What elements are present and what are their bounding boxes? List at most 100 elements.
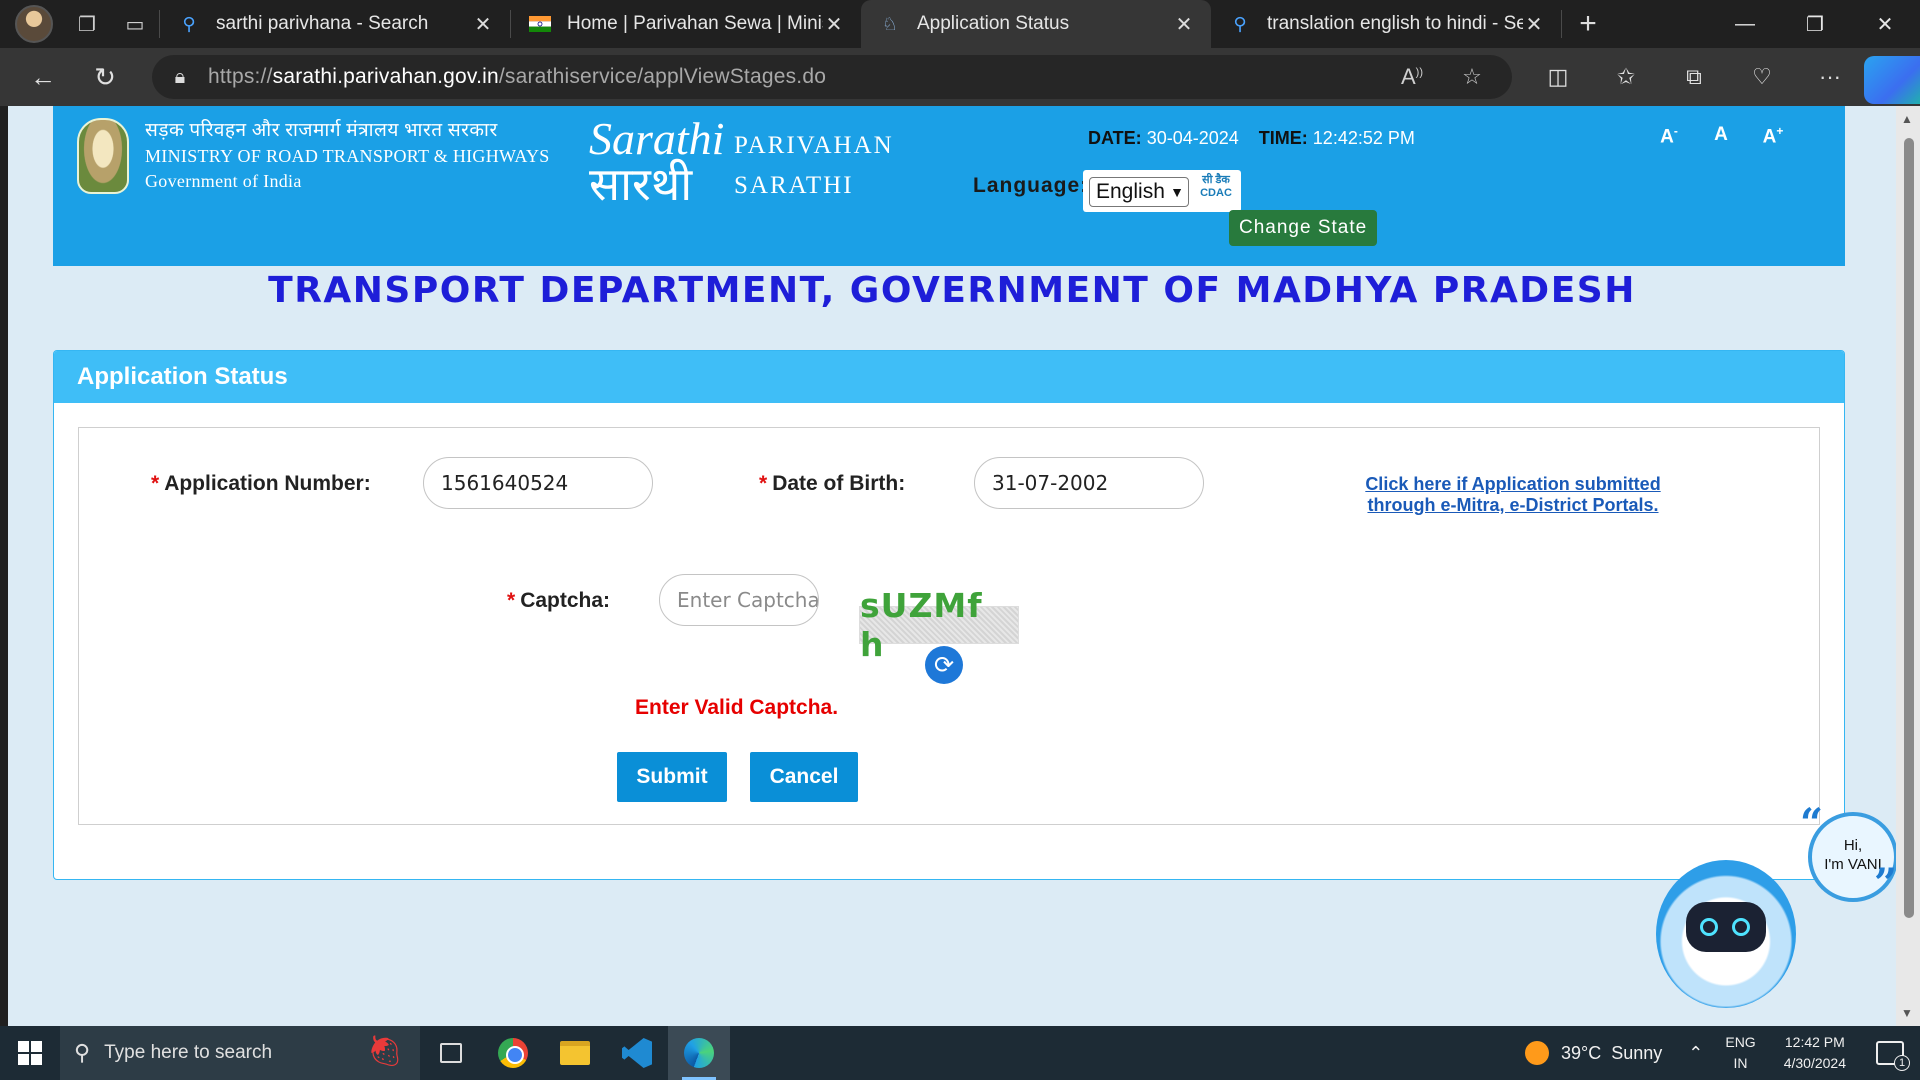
search-icon: ⚲ [74, 1040, 91, 1065]
sarathi-favicon-icon: ♘ [881, 13, 899, 34]
input-language-indicator[interactable]: ENG IN [1725, 1032, 1755, 1074]
language-label: Language: [973, 174, 1089, 197]
close-icon[interactable]: ✕ [823, 12, 845, 37]
robot-eye [1732, 918, 1750, 936]
date-value: 30-04-2024 [1146, 128, 1239, 148]
india-flag-icon [529, 13, 551, 35]
minimize-button[interactable]: — [1710, 0, 1780, 48]
robot-face [1686, 902, 1766, 952]
vscode-icon [622, 1038, 652, 1068]
close-icon[interactable]: ✕ [1173, 12, 1195, 37]
page-scrollbar[interactable]: ▲ ▼ [1896, 106, 1920, 1026]
folder-icon [560, 1041, 590, 1065]
application-number-input[interactable]: 1561640524 [423, 457, 653, 509]
windows-taskbar: ⚲ Type here to search 🍓︎ 39°C Sunny ⌃ EN… [0, 1026, 1920, 1080]
brand-name: PARIVAHAN SARATHI [734, 132, 894, 199]
vscode-taskbar-app[interactable] [606, 1026, 668, 1080]
captcha-input[interactable]: Enter Captcha [659, 574, 819, 626]
language-select[interactable]: English ▼ [1089, 177, 1189, 207]
font-size-controls: A- A A+ [1643, 124, 1799, 148]
dob-label: * Date of Birth: [759, 472, 906, 495]
taskbar-search[interactable]: ⚲ Type here to search 🍓︎ [60, 1026, 420, 1080]
address-bar[interactable]: 🔒︎ https://sarathi.parivahan.gov.in/sara… [152, 55, 1512, 99]
profile-avatar[interactable] [15, 5, 53, 43]
scrollbar-thumb[interactable] [1904, 138, 1914, 918]
application-status-panel: Application Status * Application Number: … [53, 350, 1845, 880]
edge-icon [684, 1038, 714, 1068]
refresh-button[interactable]: ↻ [74, 53, 136, 101]
new-tab-button[interactable]: + [1562, 0, 1614, 48]
refresh-captcha-icon[interactable]: ⟳ [925, 646, 963, 684]
tab-title: Application Status [917, 13, 1070, 34]
notification-center-icon[interactable]: 1 [1876, 1041, 1910, 1071]
ministry-hindi: सड़क परिवहन और राजमार्ग मंत्रालय भारत सर… [145, 120, 498, 141]
file-explorer-taskbar-app[interactable] [544, 1026, 606, 1080]
browser-nav-bar: ← ↻ 🔒︎ https://sarathi.parivahan.gov.in/… [0, 48, 1920, 106]
search-icon: ⚲ [182, 13, 196, 34]
start-button[interactable] [0, 1026, 60, 1080]
tab-title: Home | Parivahan Sewa | Minist [567, 13, 823, 34]
weather-widget[interactable]: 39°C Sunny [1524, 1041, 1662, 1065]
captcha-label: * Captcha: [507, 589, 611, 612]
vani-chatbot[interactable]: Hi, I'm VANI “ ” [1638, 800, 1896, 1022]
close-icon[interactable]: ✕ [472, 12, 494, 37]
captcha-error-message: Enter Valid Captcha. [635, 696, 839, 719]
tab-actions-icon[interactable]: ▭ [111, 0, 159, 48]
browser-tab-bar: ❐ ▭ ⚲ sarthi parivhana - Search ✕ Home |… [0, 0, 1920, 48]
tab-title: translation english to hindi - Se [1267, 13, 1523, 34]
more-menu-icon[interactable]: ··· [1796, 53, 1864, 101]
favorites-icon[interactable]: ✩ [1592, 53, 1660, 101]
captcha-image: sUZMf h [859, 586, 1019, 664]
time-value: 12:42:52 PM [1312, 128, 1415, 148]
collections-icon[interactable]: ⧉ [1660, 53, 1728, 101]
font-normal-button[interactable]: A [1695, 124, 1747, 148]
workspaces-icon[interactable]: ❐ [63, 0, 111, 48]
favorite-star-icon[interactable]: ☆ [1442, 64, 1502, 90]
taskbar-clock[interactable]: 12:42 PM 4/30/2024 [1784, 1032, 1846, 1074]
copilot-icon [1864, 56, 1920, 104]
task-view-icon [440, 1043, 462, 1063]
robot-eye [1700, 918, 1718, 936]
sarathi-logo[interactable]: Sarathi सारथी [589, 116, 724, 208]
windows-logo-icon [18, 1041, 42, 1065]
ministry-english: MINISTRY OF ROAD TRANSPORT & HIGHWAYS [145, 146, 550, 166]
back-button[interactable]: ← [12, 53, 74, 101]
scroll-up-arrow-icon[interactable]: ▲ [1901, 112, 1913, 126]
copilot-button[interactable] [1864, 53, 1920, 104]
chevron-down-icon: ▼ [1170, 184, 1184, 200]
strawberry-icon: 🍓︎ [365, 1035, 404, 1068]
task-view-button[interactable] [420, 1026, 482, 1080]
tab-parivahan-home[interactable]: Home | Parivahan Sewa | Minist ✕ [511, 0, 861, 48]
cancel-button[interactable]: Cancel [750, 752, 858, 802]
show-hidden-icons-icon[interactable]: ⌃ [1688, 1043, 1703, 1064]
change-state-button[interactable]: Change State [1229, 210, 1378, 246]
close-window-button[interactable]: ✕ [1850, 0, 1920, 48]
system-tray: 39°C Sunny ⌃ ENG IN 12:42 PM 4/30/2024 1 [1524, 1026, 1920, 1080]
read-aloud-icon[interactable]: A)) [1382, 64, 1442, 90]
lock-icon[interactable]: 🔒︎ [152, 66, 208, 89]
tab-sarthi-search[interactable]: ⚲ sarthi parivhana - Search ✕ [160, 0, 510, 48]
cdac-logo: सी डैक CDAC [1200, 174, 1232, 199]
close-icon[interactable]: ✕ [1523, 12, 1545, 37]
restore-button[interactable]: ❐ [1780, 0, 1850, 48]
dob-input[interactable]: 31-07-2002 [974, 457, 1204, 509]
government-of-india: Government of India [145, 171, 302, 191]
browser-essentials-icon[interactable]: ♡ [1728, 53, 1796, 101]
application-number-label: * Application Number: [151, 472, 371, 495]
edge-taskbar-app[interactable] [668, 1026, 730, 1080]
tab-title: sarthi parivhana - Search [216, 13, 429, 34]
split-screen-icon[interactable]: ◫ [1524, 53, 1592, 101]
site-header: सड़क परिवहन और राजमार्ग मंत्रालय भारत सर… [53, 106, 1845, 266]
scroll-down-arrow-icon[interactable]: ▼ [1901, 1006, 1913, 1020]
tab-translation-search[interactable]: ⚲ translation english to hindi - Se ✕ [1211, 0, 1561, 48]
url-text[interactable]: https://sarathi.parivahan.gov.in/sarathi… [208, 65, 826, 89]
font-increase-button[interactable]: A+ [1747, 124, 1799, 148]
page-viewport: सड़क परिवहन और राजमार्ग मंत्रालय भारत सर… [8, 106, 1896, 1026]
emitra-portal-link[interactable]: Click here if Application submitted thro… [1353, 474, 1673, 516]
tab-application-status[interactable]: ♘ Application Status ✕ [861, 0, 1211, 48]
date-time: DATE: 30-04-2024 TIME: 12:42:52 PM [1088, 128, 1415, 148]
chrome-taskbar-app[interactable] [482, 1026, 544, 1080]
submit-button[interactable]: Submit [617, 752, 727, 802]
status-form: * Application Number: 1561640524 * Date of… [78, 427, 1820, 825]
font-decrease-button[interactable]: A- [1643, 124, 1695, 148]
